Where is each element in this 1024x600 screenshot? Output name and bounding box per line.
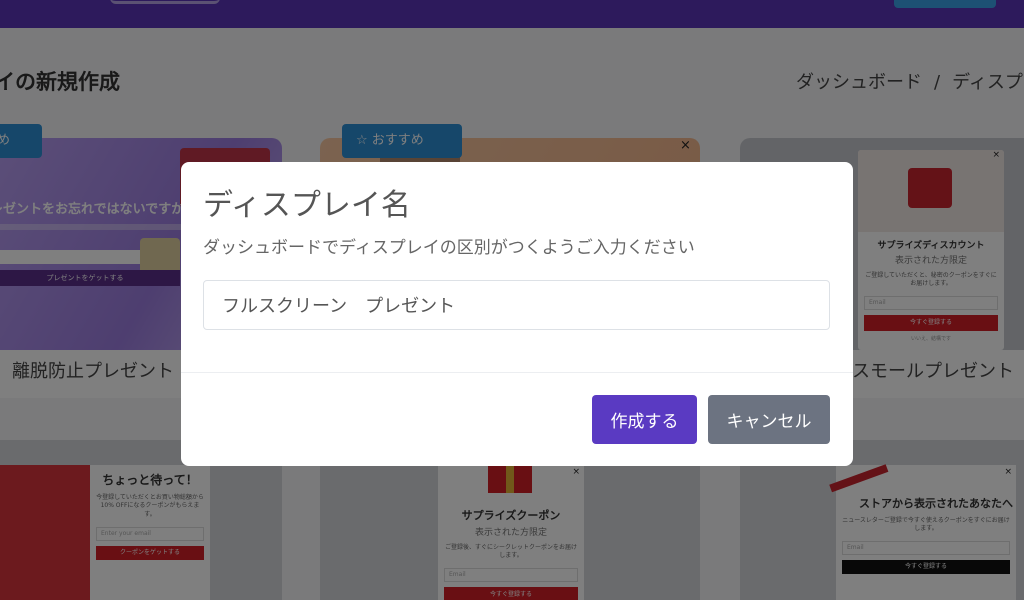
display-name-input[interactable] <box>203 280 830 330</box>
dialog-description: ダッシュボードでディスプレイの区別がつくようご入力ください <box>203 238 695 258</box>
cancel-button[interactable]: キャンセル <box>708 395 830 444</box>
dialog-divider <box>181 372 853 373</box>
dialog-title: ディスプレイ名 <box>203 188 411 223</box>
display-name-dialog: ディスプレイ名 ダッシュボードでディスプレイの区別がつくようご入力ください 作成… <box>181 162 853 466</box>
create-button[interactable]: 作成する <box>592 395 697 444</box>
